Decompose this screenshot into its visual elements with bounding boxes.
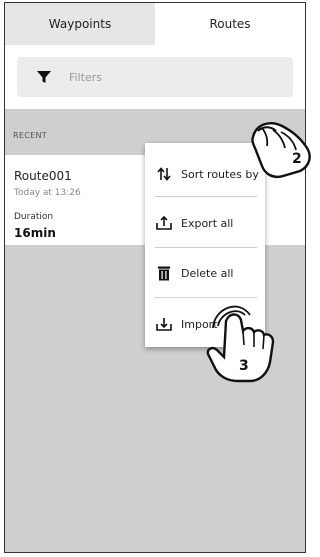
tab-waypoints-label: Waypoints [48, 17, 112, 31]
trash-icon [153, 265, 175, 282]
phone-screen: Waypoints Routes Filters RECENT Route001… [4, 2, 306, 553]
menu-divider [155, 196, 257, 197]
recent-header-label: RECENT [13, 131, 47, 140]
menu-item-export-all[interactable]: Export all [145, 198, 265, 248]
tab-routes-label: Routes [209, 17, 251, 31]
menu-item-delete-all[interactable]: Delete all [145, 248, 265, 298]
filter-section: Filters [5, 45, 305, 109]
route-name: Route001 [14, 169, 72, 183]
filter-label: Filters [69, 70, 102, 84]
import-icon [153, 316, 175, 332]
filter-icon [29, 69, 59, 85]
menu-item-import[interactable]: Import [145, 299, 265, 349]
menu-item-sort[interactable]: Sort routes by [145, 149, 265, 199]
tab-routes[interactable]: Routes [155, 3, 305, 45]
sort-icon [153, 166, 175, 182]
routes-context-menu: Sort routes by Export all Delete all Imp… [145, 143, 265, 347]
route-time: Today at 13:26 [14, 188, 81, 198]
menu-divider [155, 297, 257, 298]
tab-waypoints[interactable]: Waypoints [5, 3, 155, 45]
menu-item-sort-label: Sort routes by [181, 167, 259, 181]
filter-bar[interactable]: Filters [17, 57, 293, 97]
menu-item-import-label: Import [181, 317, 218, 331]
menu-item-export-all-label: Export all [181, 216, 234, 230]
route-duration-label: Duration [14, 212, 54, 222]
tab-bar: Waypoints Routes [5, 3, 305, 45]
export-icon [153, 215, 175, 231]
menu-item-delete-all-label: Delete all [181, 266, 234, 280]
route-duration-value: 16min [14, 226, 56, 240]
